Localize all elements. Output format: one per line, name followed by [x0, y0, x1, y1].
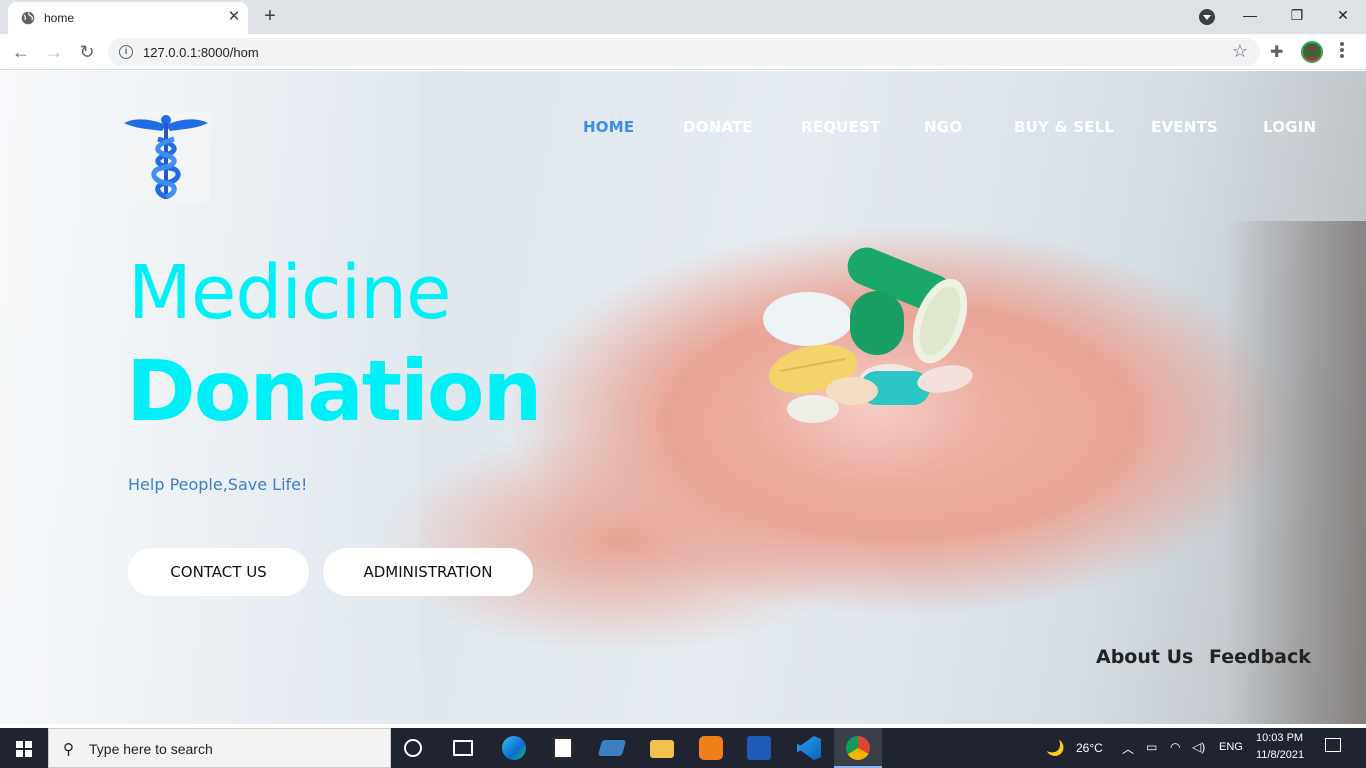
feedback-link[interactable]: Feedback — [1209, 646, 1311, 668]
restore-button[interactable]: ❐ — [1285, 4, 1309, 26]
notifications-icon[interactable] — [1325, 738, 1341, 752]
nav-home[interactable]: HOME — [583, 118, 634, 136]
nav-request[interactable]: REQUEST — [801, 118, 880, 136]
language-indicator[interactable]: ENG — [1219, 741, 1243, 753]
reload-button[interactable]: ↻ — [76, 41, 98, 63]
browser-tab-strip: home ✕ + — ❐ ✕ — [0, 0, 1366, 34]
administration-button[interactable]: ADMINISTRATION — [323, 548, 533, 596]
browser-tab[interactable]: home ✕ — [8, 2, 248, 34]
nav-ngo[interactable]: NGO — [924, 118, 962, 136]
extensions-puzzle-icon[interactable]: ✚ — [1270, 42, 1283, 62]
file-explorer-icon[interactable] — [650, 740, 674, 758]
edge-browser-icon[interactable] — [502, 736, 526, 760]
back-button[interactable]: ← — [10, 41, 32, 63]
tab-title: home — [44, 11, 75, 25]
word-icon[interactable] — [747, 736, 771, 760]
task-view-icon[interactable] — [453, 740, 473, 756]
weather-icon[interactable]: 🌙 — [1046, 739, 1065, 757]
caduceus-icon — [124, 115, 208, 200]
address-bar[interactable]: i 127.0.0.1:8000/hom ☆ — [108, 38, 1260, 66]
weather-temp[interactable]: 26°C — [1076, 741, 1103, 755]
cortana-icon[interactable] — [404, 739, 422, 757]
tray-chevron-icon[interactable]: ︿ — [1122, 740, 1134, 757]
windows-start-icon[interactable] — [0, 728, 48, 768]
profile-avatar[interactable] — [1301, 41, 1323, 63]
nav-login[interactable]: LOGIN — [1263, 118, 1316, 136]
windows-taskbar: ⚲ Type here to search 🌙 26°C ︿ ▭ ◠ ◁) EN… — [0, 728, 1366, 768]
browser-toolbar: ← → ↻ i 127.0.0.1:8000/hom ☆ — [0, 34, 1366, 70]
clock-date[interactable]: 11/8/2021 — [1256, 749, 1304, 761]
hero-tagline: Help People,Save Life! — [128, 475, 308, 494]
url-text[interactable]: 127.0.0.1:8000/hom — [143, 45, 259, 60]
clock-time[interactable]: 10:03 PM — [1256, 732, 1303, 744]
chrome-icon[interactable] — [846, 736, 870, 760]
forward-button[interactable]: → — [43, 41, 65, 63]
bookmark-star-icon[interactable]: ☆ — [1232, 41, 1248, 62]
nav-events[interactable]: EVENTS — [1151, 118, 1218, 136]
nav-donate[interactable]: DONATE — [683, 118, 753, 136]
wifi-icon[interactable]: ◠ — [1170, 740, 1180, 754]
pills-illustration — [763, 247, 973, 423]
close-window-button[interactable]: ✕ — [1331, 4, 1355, 26]
search-icon: ⚲ — [63, 741, 74, 758]
volume-icon[interactable]: ◁) — [1192, 740, 1205, 754]
tab-search-icon[interactable] — [1199, 9, 1215, 25]
new-tab-button[interactable]: + — [260, 6, 280, 26]
nav-buy-sell[interactable]: BUY & SELL — [1014, 118, 1114, 136]
caduceus-logo[interactable] — [122, 111, 210, 202]
taskbar-search-placeholder: Type here to search — [89, 741, 213, 757]
contact-us-button[interactable]: CONTACT US — [128, 548, 309, 596]
about-us-link[interactable]: About Us — [1096, 646, 1193, 668]
site-info-icon[interactable]: i — [119, 45, 133, 59]
store-icon[interactable] — [552, 736, 574, 760]
xampp-icon[interactable] — [699, 736, 723, 760]
vscode-icon[interactable] — [797, 736, 821, 760]
close-tab-icon[interactable]: ✕ — [226, 9, 242, 25]
minimize-button[interactable]: — — [1238, 4, 1262, 26]
taskbar-search-box[interactable]: ⚲ Type here to search — [48, 728, 391, 768]
browser-menu-icon[interactable] — [1339, 41, 1345, 61]
terminal-icon[interactable] — [597, 740, 627, 756]
battery-icon[interactable]: ▭ — [1146, 740, 1157, 754]
hero-title-medicine: Medicine — [128, 250, 452, 336]
hero-section: HOME DONATE REQUEST NGO BUY & SELL EVENT… — [0, 71, 1366, 724]
hero-title-donation: Donation — [126, 342, 542, 440]
globe-icon — [21, 11, 35, 25]
